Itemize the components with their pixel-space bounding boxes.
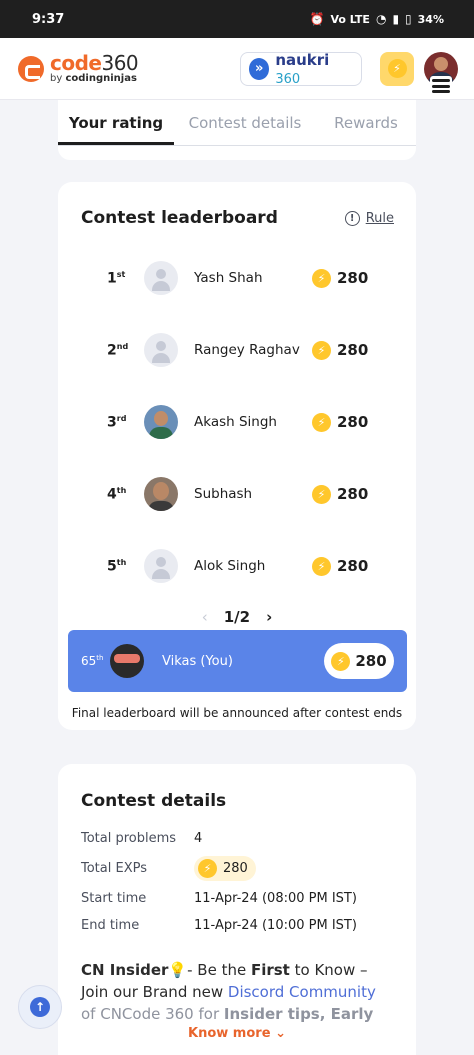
user-points: ⚡ 280 — [312, 484, 368, 504]
detail-label: Total EXPs — [81, 861, 147, 876]
user-points: ⚡ 280 — [312, 340, 368, 360]
page-indicator: 1/2 — [223, 608, 251, 626]
ninja-avatar — [110, 644, 144, 678]
rank: 1st — [107, 269, 126, 287]
leaderboard-row: 1st Yash Shah ⚡ 280 — [58, 242, 416, 314]
rank: 5th — [107, 557, 127, 575]
your-points: ⚡ 280 — [324, 643, 394, 679]
tab-rewards[interactable]: Rewards — [316, 100, 416, 145]
user-name: Akash Singh — [194, 414, 277, 430]
detail-row: Start time 11-Apr-24 (08:00 PM IST) — [81, 885, 394, 912]
coin-icon: ⚡ — [312, 340, 331, 360]
coin-icon: ⚡ — [331, 651, 351, 671]
status-icons: ⏰ Vo LTE ◔ ▮ ▯ 34% — [309, 12, 444, 26]
detail-value: 11-Apr-24 (10:00 PM IST) — [194, 918, 357, 933]
leaderboard-title: Contest leaderboard — [81, 208, 278, 228]
detail-row: Total EXPs ⚡ 280 — [81, 852, 394, 885]
lightning-icon: ⚡ — [387, 59, 407, 78]
rank: 3rd — [107, 413, 127, 431]
leaderboard-row: 5th Alok Singh ⚡ 280 — [58, 530, 416, 602]
rank: 2nd — [107, 341, 129, 359]
naukri-label: naukri 360 — [275, 50, 330, 87]
user-points: ⚡ 280 — [312, 268, 368, 288]
rule-link[interactable]: ! Rule — [344, 210, 394, 226]
tab-contest-details[interactable]: Contest details — [174, 100, 316, 145]
arrow-up-icon: ↑ — [30, 997, 50, 1017]
battery-icon: ▯ — [405, 12, 412, 26]
coin-icon: ⚡ — [312, 412, 331, 432]
user-avatar — [144, 405, 178, 439]
alarm-icon: ⏰ — [309, 12, 325, 26]
exp-chip: ⚡ 280 — [194, 856, 256, 881]
coin-icon: ⚡ — [312, 556, 331, 576]
status-bar: 9:37 ⏰ Vo LTE ◔ ▮ ▯ 34% — [0, 0, 474, 38]
user-avatar — [144, 261, 178, 295]
streak-button[interactable]: ⚡ — [380, 51, 414, 86]
user-points: ⚡ 280 — [312, 412, 368, 432]
rank: 4th — [107, 485, 127, 503]
code360-logo[interactable]: code360 by codingninjas — [18, 51, 139, 84]
leaderboard-row: 2nd Rangey Raghav ⚡ 280 — [58, 314, 416, 386]
pagination: ‹ 1/2 › — [58, 608, 416, 626]
rule-label: Rule — [365, 210, 394, 226]
wifi-icon: ◔ — [375, 12, 387, 26]
your-rank-bar: 65th Vikas (You) ⚡ 280 — [68, 630, 407, 692]
logo-title: code360 — [50, 51, 139, 75]
naukri360-button[interactable]: » naukri 360 — [240, 50, 362, 87]
app-header: code360 by codingninjas » naukri 360 ⚡ — [0, 38, 474, 100]
your-rank: 65th — [81, 654, 104, 668]
your-name: Vikas (You) — [162, 653, 233, 669]
detail-label: Start time — [81, 891, 147, 906]
network-label: Vo LTE — [330, 12, 370, 26]
detail-row: Total problems 4 — [81, 825, 394, 852]
chevron-down-icon: ⌄ — [275, 1026, 286, 1041]
chevron-left-icon[interactable]: ‹ — [202, 608, 208, 626]
coin-icon: ⚡ — [312, 484, 331, 504]
signal-icon: ▮ — [392, 12, 400, 26]
hamburger-menu-icon[interactable] — [430, 76, 452, 96]
user-name: Yash Shah — [194, 270, 263, 286]
coin-icon: ⚡ — [198, 859, 217, 878]
user-name: Rangey Raghav — [194, 342, 300, 358]
naukri-icon: » — [249, 57, 270, 80]
cn-insider-text: CN Insider💡- Be the First to Know – Join… — [81, 961, 376, 1023]
leaderboard-list: 1st Yash Shah ⚡ 280 2nd Rangey Raghav ⚡ 28… — [58, 242, 416, 602]
detail-value: 4 — [194, 831, 203, 846]
tab-bar: Your rating Contest details Rewards — [58, 100, 416, 146]
detail-row: End time 11-Apr-24 (10:00 PM IST) — [81, 912, 394, 939]
contest-details-title: Contest details — [81, 791, 227, 811]
user-avatar — [144, 477, 178, 511]
discord-link[interactable]: Discord Community — [228, 983, 376, 1001]
detail-value: 11-Apr-24 (08:00 PM IST) — [194, 891, 357, 906]
final-leaderboard-note: Final leaderboard will be announced afte… — [58, 696, 416, 728]
status-time: 9:37 — [32, 11, 65, 27]
chevron-right-icon[interactable]: › — [266, 608, 272, 626]
code360-logo-icon — [18, 55, 44, 82]
user-name: Alok Singh — [194, 558, 266, 574]
user-avatar — [144, 333, 178, 367]
leaderboard-row: 4th Subhash ⚡ 280 — [58, 458, 416, 530]
bulb-icon: 💡 — [168, 961, 188, 979]
user-avatar — [144, 549, 178, 583]
tabs-card: Your rating Contest details Rewards — [58, 100, 416, 160]
detail-label: Total problems — [81, 831, 177, 846]
coin-icon: ⚡ — [312, 268, 331, 288]
battery-level: 34% — [417, 12, 444, 26]
know-more-button[interactable]: Know more ⌄ — [58, 1026, 416, 1041]
leaderboard-row: 3rd Akash Singh ⚡ 280 — [58, 386, 416, 458]
detail-label: End time — [81, 918, 140, 933]
info-icon: ! — [344, 210, 360, 226]
scroll-top-button[interactable]: ↑ — [18, 985, 62, 1029]
logo-subtitle: by codingninjas — [50, 73, 137, 84]
contest-details-card: Contest details Total problems 4 Total E… — [58, 764, 416, 1055]
user-name: Subhash — [194, 486, 253, 502]
tab-your-rating[interactable]: Your rating — [58, 100, 174, 145]
user-points: ⚡ 280 — [312, 556, 368, 576]
